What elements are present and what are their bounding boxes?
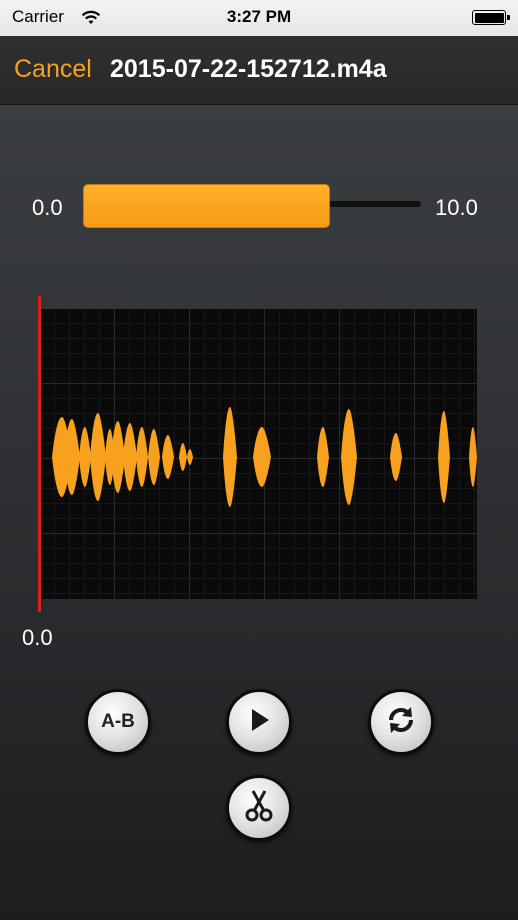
waveform-segment [438, 411, 450, 503]
cancel-button[interactable]: Cancel [14, 55, 92, 84]
waveform-segment [136, 427, 148, 487]
play-button[interactable] [226, 689, 292, 755]
scissors-icon [244, 789, 274, 828]
loop-icon [383, 702, 419, 743]
waveform-segment [162, 435, 174, 479]
waveform-segment [317, 427, 329, 487]
waveform-segment [469, 427, 477, 487]
ab-loop-button[interactable]: A-B [85, 689, 151, 755]
trim-button[interactable] [226, 775, 292, 841]
editor-panel: 0.0 10.0 0.0 A-B [0, 105, 518, 920]
waveform-segment [341, 409, 357, 505]
status-time: 3:27 PM [226, 7, 292, 26]
waveform-segment [90, 413, 106, 501]
waveform-view[interactable] [40, 309, 477, 599]
waveform-segment [111, 421, 125, 493]
file-title: 2015-07-22-152712.m4a [110, 55, 387, 83]
waveform-segment [223, 407, 237, 507]
waveform-graph [52, 407, 477, 507]
waveform-segment [390, 433, 402, 481]
waveform-segment [148, 429, 160, 485]
waveform-segment [79, 427, 91, 487]
nav-bar: Cancel 2015-07-22-152712.m4a [0, 36, 518, 105]
loop-button[interactable] [368, 689, 434, 755]
waveform-segment [253, 427, 271, 487]
range-max-label: 10.0 [435, 195, 478, 220]
waveform-segment [179, 443, 187, 471]
waveform-segment [187, 449, 193, 465]
status-bar: Carrier 3:27 PM [0, 0, 518, 36]
battery-icon [472, 10, 510, 25]
play-icon [246, 706, 272, 739]
range-min-label: 0.0 [32, 195, 63, 220]
range-slider-selection[interactable] [83, 184, 330, 228]
waveform-segment [123, 423, 137, 491]
playhead-position-label: 0.0 [22, 625, 53, 650]
ab-button-label: A-B [101, 711, 135, 732]
playhead-marker[interactable] [38, 296, 41, 612]
